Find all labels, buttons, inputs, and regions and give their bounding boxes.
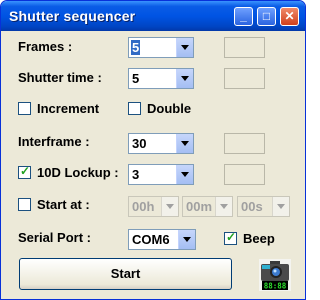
chevron-down-icon[interactable] — [272, 197, 289, 216]
chevron-down-icon[interactable] — [178, 230, 195, 249]
start-button[interactable]: Start — [19, 258, 232, 290]
start-hours-value: 00h — [132, 199, 155, 214]
interframe-select[interactable]: 30 — [128, 133, 194, 154]
start-at-label[interactable]: Start at : — [37, 197, 90, 212]
frames-select[interactable]: 5 — [128, 37, 194, 58]
shutter-time-value: 5 — [132, 71, 140, 86]
shutter-time-label: Shutter time : — [18, 70, 102, 85]
chevron-down-icon[interactable] — [161, 197, 178, 216]
chevron-down-icon[interactable] — [176, 165, 193, 184]
minimize-button[interactable]: _ — [234, 7, 253, 26]
start-minutes-value: 00m — [186, 199, 213, 214]
title-bar: Shutter sequencer _ □ ✕ — [1, 1, 305, 31]
increment-checkbox[interactable] — [18, 102, 31, 115]
chevron-down-icon[interactable] — [176, 134, 193, 153]
close-button[interactable]: ✕ — [280, 7, 299, 26]
serial-port-value: COM6 — [132, 232, 170, 247]
start-minutes-select[interactable]: 00m — [182, 196, 233, 217]
frames-label: Frames : — [18, 39, 73, 54]
start-seconds-select[interactable]: 00s — [237, 196, 290, 217]
lockup-select[interactable]: 3 — [128, 164, 194, 185]
interframe-readout — [224, 133, 265, 154]
start-at-checkbox[interactable] — [18, 198, 31, 211]
interframe-label: Interframe : — [18, 134, 90, 149]
lockup-label[interactable]: 10D Lockup : — [37, 165, 119, 180]
chevron-down-icon[interactable] — [176, 38, 193, 57]
serial-port-label: Serial Port : — [18, 230, 91, 245]
window-title: Shutter sequencer — [9, 8, 136, 24]
camera-clock-icon: 88:88 — [259, 259, 291, 291]
serial-port-select[interactable]: COM6 — [128, 229, 196, 250]
frames-readout — [224, 37, 265, 58]
interframe-value: 30 — [132, 136, 147, 151]
lockup-value: 3 — [132, 167, 140, 182]
shutter-time-select[interactable]: 5 — [128, 68, 194, 89]
beep-checkbox[interactable] — [224, 230, 237, 245]
maximize-button[interactable]: □ — [257, 7, 276, 26]
beep-label[interactable]: Beep — [243, 231, 275, 246]
increment-label[interactable]: Increment — [37, 101, 99, 116]
shutter-time-readout — [224, 68, 265, 89]
chevron-down-icon[interactable] — [215, 197, 232, 216]
frames-value: 5 — [131, 40, 141, 55]
lockup-readout — [224, 164, 265, 185]
clock-display: 88:88 — [264, 282, 287, 291]
double-label[interactable]: Double — [147, 101, 191, 116]
start-seconds-value: 00s — [241, 199, 263, 214]
start-hours-select[interactable]: 00h — [128, 196, 179, 217]
chevron-down-icon[interactable] — [176, 69, 193, 88]
lockup-checkbox[interactable] — [18, 164, 31, 179]
double-checkbox[interactable] — [128, 102, 141, 115]
shutter-sequencer-window: Shutter sequencer _ □ ✕ Frames : 5 Shutt… — [0, 0, 306, 300]
